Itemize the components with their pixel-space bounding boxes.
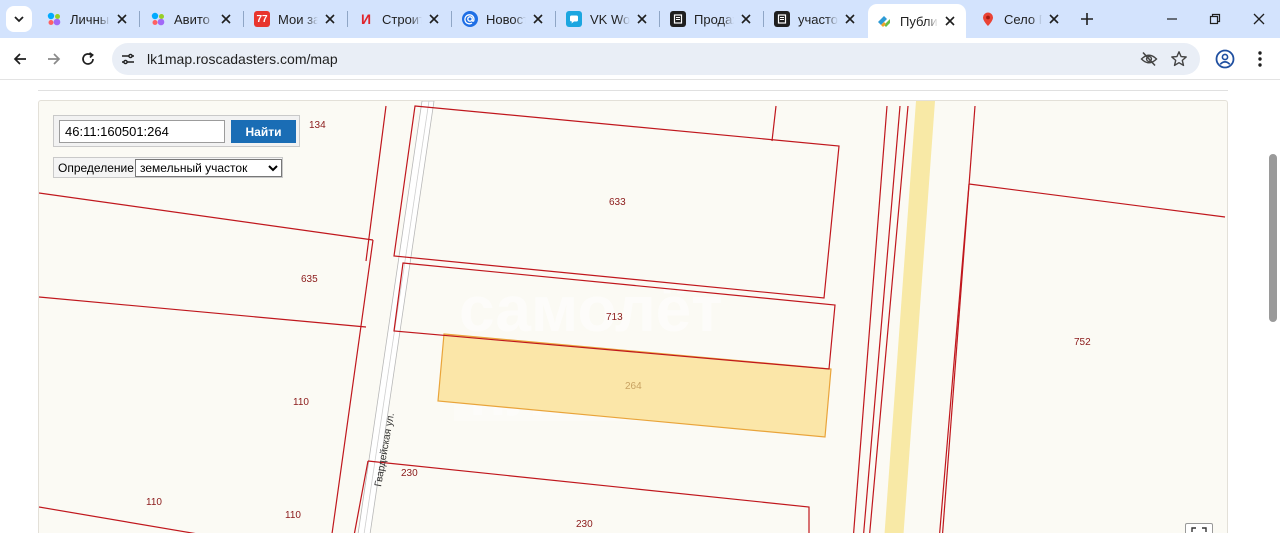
close-icon[interactable]	[426, 11, 442, 27]
doc-black-icon	[670, 11, 686, 27]
tab-avito[interactable]: Авито	[142, 4, 242, 34]
close-window-button[interactable]	[1248, 8, 1270, 30]
site-info-icon[interactable]	[120, 51, 136, 67]
tab-novosti[interactable]: Новости	[454, 4, 554, 34]
close-icon[interactable]	[1046, 11, 1062, 27]
tab-vk-workspace[interactable]: VK Workspace	[558, 4, 658, 34]
new-tab-button[interactable]	[1076, 8, 1098, 30]
pkk-map-icon	[876, 13, 892, 29]
close-icon	[1253, 13, 1265, 25]
plus-icon	[1081, 13, 1093, 25]
at-sign-icon	[462, 11, 478, 27]
close-icon[interactable]	[842, 11, 858, 27]
tab-title: участок	[798, 11, 838, 27]
parcel-label-633[interactable]: 633	[609, 197, 626, 208]
address-bar[interactable]: lk1map.roscadasters.com/map	[112, 43, 1200, 75]
tab-title: Авито	[174, 11, 210, 27]
kebab-menu-icon[interactable]	[1250, 47, 1270, 71]
minimize-button[interactable]	[1161, 8, 1183, 30]
page-content: самолёт плюс	[0, 81, 1280, 533]
bookmark-star-icon[interactable]	[1170, 50, 1188, 68]
reload-button[interactable]	[76, 47, 100, 71]
parcel-label-230[interactable]: 230	[576, 519, 593, 530]
find-button[interactable]: Найти	[231, 120, 296, 143]
tab-title: Личный кабинет	[70, 11, 110, 27]
road-strip	[884, 101, 935, 533]
tab-title: Село П	[1004, 11, 1042, 27]
tab-title: Продажа	[694, 11, 734, 27]
tab-stroitelstvo[interactable]: И Строительство	[350, 4, 450, 34]
map-pin-icon	[980, 11, 996, 27]
parcel-label-110[interactable]: 110	[293, 397, 309, 408]
close-icon[interactable]	[634, 11, 650, 27]
letter-i-icon: И	[360, 11, 372, 27]
cadastral-search-panel: Найти	[53, 115, 300, 147]
tab-title: Новости	[486, 11, 526, 27]
parcel-label-713[interactable]: 713	[606, 312, 623, 323]
restore-button[interactable]	[1204, 8, 1226, 30]
tab-strip: Личный кабинет Авито 77 Мои заказы И Стр…	[0, 0, 1280, 38]
definition-label: Определение:	[58, 161, 138, 175]
close-icon[interactable]	[322, 11, 338, 27]
tab-selo[interactable]: Село П	[972, 4, 1070, 34]
parcel-label-110[interactable]: 110	[146, 497, 162, 508]
divider	[38, 90, 1228, 91]
tab-publichnaya-karta[interactable]: Публичная кадастровая карта	[868, 4, 966, 38]
tab-title: Строительство	[382, 11, 422, 27]
parcel-label-264[interactable]: 264	[625, 381, 642, 392]
definition-panel: Определение: земельный участок	[53, 157, 283, 178]
eye-off-icon[interactable]	[1140, 50, 1158, 68]
close-icon[interactable]	[738, 11, 754, 27]
close-icon[interactable]	[218, 11, 234, 27]
scrollbar-thumb[interactable]	[1269, 154, 1277, 322]
fullscreen-button[interactable]	[1185, 523, 1213, 533]
cadastral-map[interactable]: самолёт плюс	[38, 100, 1228, 533]
tab-title: Публичная кадастровая карта	[900, 13, 938, 29]
arrow-right-icon	[48, 53, 61, 65]
parcel-label-230[interactable]: 230	[401, 468, 418, 479]
fullscreen-icon	[1191, 527, 1207, 532]
url-text[interactable]: lk1map.roscadasters.com/map	[147, 51, 338, 67]
doc-black-icon	[774, 11, 790, 27]
definition-select[interactable]: земельный участок	[135, 159, 282, 177]
tab-moi-zakazy[interactable]: 77 Мои заказы	[246, 4, 346, 34]
parcel-label-752[interactable]: 752	[1074, 337, 1091, 348]
parcel-label-110[interactable]: 110	[285, 510, 301, 521]
avito-dots-icon	[150, 11, 166, 27]
minimize-icon	[1167, 18, 1177, 20]
close-icon[interactable]	[530, 11, 546, 27]
tab-search-button[interactable]	[6, 6, 32, 32]
back-button[interactable]	[8, 47, 32, 71]
avito-dots-icon	[46, 11, 62, 27]
tab-title: Мои заказы	[278, 11, 318, 27]
close-icon[interactable]	[942, 13, 958, 29]
chevron-down-icon	[14, 16, 24, 23]
vk-workspace-icon	[566, 11, 582, 27]
forward-button[interactable]	[42, 47, 66, 71]
parcel-label-635[interactable]: 635	[301, 274, 318, 285]
browser-toolbar: lk1map.roscadasters.com/map	[0, 38, 1280, 80]
tab-title: VK Workspace	[590, 11, 630, 27]
tab-lichny[interactable]: Личный кабинет	[38, 4, 138, 34]
parcel-label-134[interactable]: 134	[309, 120, 326, 131]
arrow-left-icon	[13, 53, 26, 65]
cadastral-number-input[interactable]	[59, 120, 225, 143]
calendar-77-icon: 77	[254, 11, 270, 27]
profile-avatar-icon[interactable]	[1213, 47, 1237, 71]
tab-uchastok[interactable]: участок	[766, 4, 866, 34]
close-icon[interactable]	[114, 11, 130, 27]
restore-icon	[1209, 13, 1221, 25]
page-scrollbar[interactable]	[1266, 81, 1280, 533]
reload-icon	[82, 52, 94, 65]
tab-prodazha[interactable]: Продажа	[662, 4, 762, 34]
